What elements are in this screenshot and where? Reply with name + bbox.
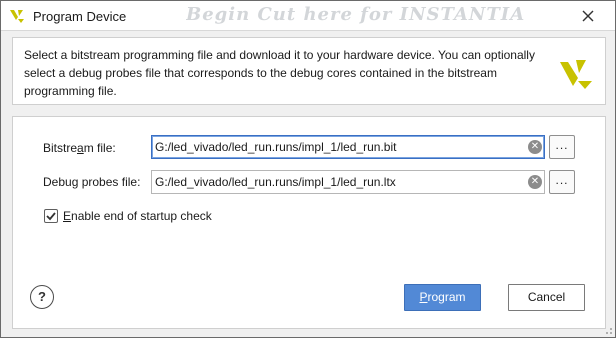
vivado-logo-icon [560,60,592,89]
bitstream-file-label: Bitstream file: [43,141,116,155]
window-title: Program Device [33,9,127,24]
help-icon[interactable]: ? [30,285,54,309]
close-button[interactable] [561,1,615,30]
bitstream-browse-button[interactable]: ... [549,135,575,159]
debug-probes-file-input[interactable]: G:/led_vivado/led_run.runs/impl_1/led_ru… [151,170,545,194]
form-panel: Bitstream file: G:/led_vivado/led_run.ru… [12,116,606,329]
checkmark-icon [46,212,56,221]
program-button[interactable]: Program [404,284,481,311]
startup-check-checkbox[interactable] [44,209,58,223]
resize-grip-icon[interactable] [603,325,613,335]
debug-probes-file-value: G:/led_vivado/led_run.runs/impl_1/led_ru… [155,175,396,189]
close-icon [582,10,594,21]
vivado-logo-icon [10,10,24,23]
startup-check-label[interactable]: Enable end of startup check [63,209,212,223]
background-window-text: Begin Cut here for INSTANTIA [186,4,526,25]
clear-icon[interactable]: ✕ [528,140,542,154]
debug-probes-file-label: Debug probes file: [43,175,141,189]
bitstream-file-input[interactable]: G:/led_vivado/led_run.runs/impl_1/led_ru… [151,135,545,159]
clear-icon[interactable]: ✕ [528,175,542,189]
description-banner: Select a bitstream programming file and … [12,37,606,105]
debug-probes-browse-button[interactable]: ... [549,170,575,194]
description-text: Select a bitstream programming file and … [24,48,535,98]
title-bar[interactable]: Program Device Begin Cut here for INSTAN… [1,1,615,31]
cancel-button[interactable]: Cancel [508,284,585,311]
program-device-dialog: Program Device Begin Cut here for INSTAN… [0,0,616,338]
bitstream-file-value: G:/led_vivado/led_run.runs/impl_1/led_ru… [155,140,397,154]
